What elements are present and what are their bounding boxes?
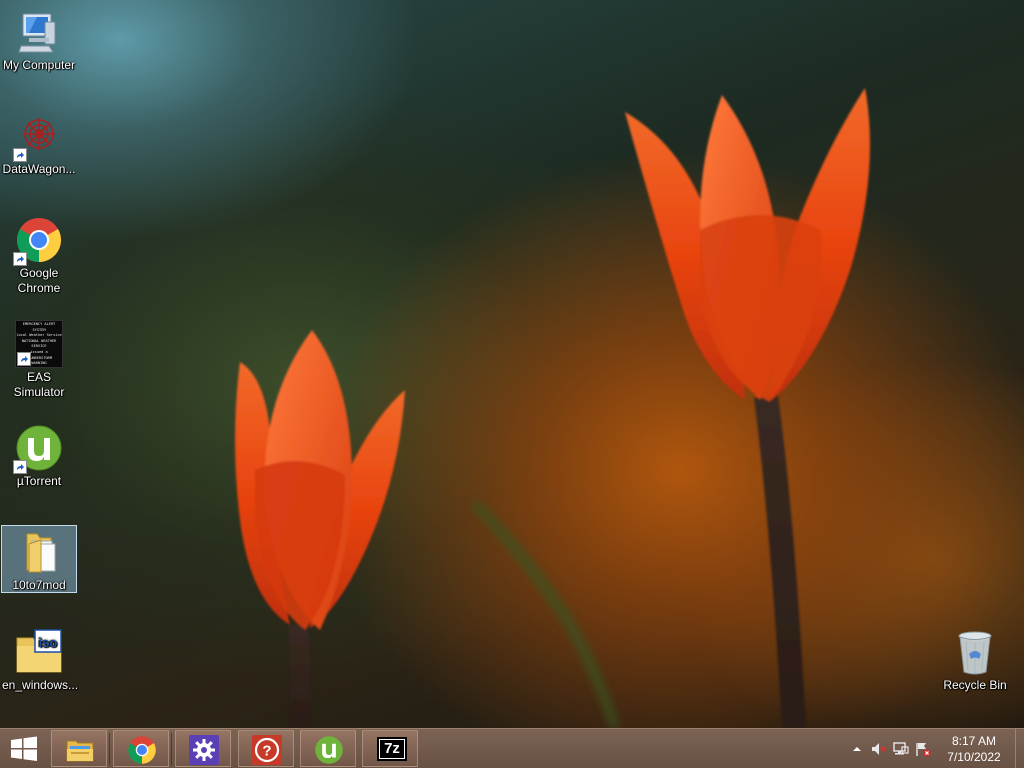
show-desktop-button[interactable] (1015, 729, 1024, 768)
7zip-glyph: 7z (380, 740, 404, 758)
eas-thumbnail-line: EMERGENCY ALERT SYSTEM (22, 322, 56, 332)
7zip-icon: 7z (377, 737, 407, 761)
desktop-icon-datawagon[interactable]: DataWagon... (1, 112, 77, 180)
desktop-icon-label: Google Chrome (17, 266, 61, 295)
windows-logo-icon (11, 736, 37, 761)
desktop-icon-recycle-bin[interactable]: Recycle Bin (937, 628, 1013, 696)
desktop-icon-label: DataWagon... (2, 162, 76, 176)
clock[interactable]: 8:17 AM 7/10/2022 (938, 733, 1010, 765)
system-tray: 8:17 AM 7/10/2022 (844, 729, 1024, 768)
chrome-icon (128, 736, 156, 764)
gear-icon (189, 735, 219, 765)
desktop-icon-utorrent[interactable]: µTorrent (1, 424, 77, 492)
desktop-icon-label: µTorrent (16, 474, 62, 488)
clock-time: 8:17 AM (951, 734, 997, 748)
utorrent-icon (315, 736, 343, 764)
taskbar-button-settings[interactable] (175, 730, 231, 767)
clock-date: 7/10/2022 (947, 750, 1001, 764)
taskbar: ? 7z 8:17 AM 7/10/2022 (0, 728, 1024, 768)
desktop-icon-en-windows[interactable]: iso en_windows... (1, 628, 79, 696)
datawagon-icon (13, 112, 63, 162)
computer-icon (15, 8, 63, 56)
volume-muted-icon[interactable] (870, 741, 888, 757)
eas-thumbnail-line: NATIONAL WEATHER SERVICE (21, 338, 57, 349)
desktop-wallpaper[interactable]: My Computer DataWagon... Google Chrome E… (0, 0, 1024, 728)
desktop-icon-eas-simulator[interactable]: EMERGENCY ALERT SYSTEM local Weather Ser… (1, 320, 77, 399)
desktop-icon-label: en_windows... (2, 678, 79, 692)
chrome-icon (13, 216, 63, 266)
taskbar-separator (171, 733, 172, 765)
network-icon[interactable] (892, 741, 910, 757)
shortcut-arrow-icon (13, 460, 27, 474)
taskbar-button-help[interactable]: ? (238, 730, 294, 767)
recycle-bin-icon (951, 628, 999, 676)
help-icon: ? (252, 735, 282, 765)
desktop-icon-label: EAS Simulator (13, 370, 65, 399)
desktop-icon-10to7mod[interactable]: 10to7mod (1, 525, 77, 593)
desktop-icon-my-computer[interactable]: My Computer (1, 8, 77, 76)
folder-icon (15, 528, 63, 576)
tulip-wallpaper-art (235, 88, 870, 728)
desktop-icon-label: 10to7mod (12, 578, 66, 592)
shortcut-arrow-icon (13, 148, 27, 162)
action-center-flag-icon[interactable] (914, 741, 932, 757)
taskbar-button-file-explorer[interactable] (51, 730, 107, 767)
shortcut-arrow-icon (17, 352, 31, 366)
iso-folder-icon: iso (15, 628, 63, 676)
desktop-icon-label: My Computer (2, 58, 76, 72)
start-button[interactable] (6, 734, 42, 764)
taskbar-button-utorrent[interactable] (300, 730, 356, 767)
desktop-icon-google-chrome[interactable]: Google Chrome (1, 216, 77, 298)
taskbar-button-chrome[interactable] (113, 730, 169, 767)
eas-simulator-icon: EMERGENCY ALERT SYSTEM local Weather Ser… (15, 320, 63, 368)
taskbar-separator (109, 733, 110, 765)
chevron-up-icon[interactable] (848, 741, 866, 757)
eas-thumbnail-line: local Weather Service (16, 333, 62, 338)
utorrent-icon (13, 424, 63, 474)
svg-text:iso: iso (39, 635, 58, 650)
file-explorer-icon (66, 740, 94, 762)
shortcut-arrow-icon (13, 252, 27, 266)
taskbar-button-7zip[interactable]: 7z (362, 730, 418, 767)
desktop-icon-label: Recycle Bin (943, 678, 1007, 692)
help-glyph: ? (262, 743, 271, 760)
